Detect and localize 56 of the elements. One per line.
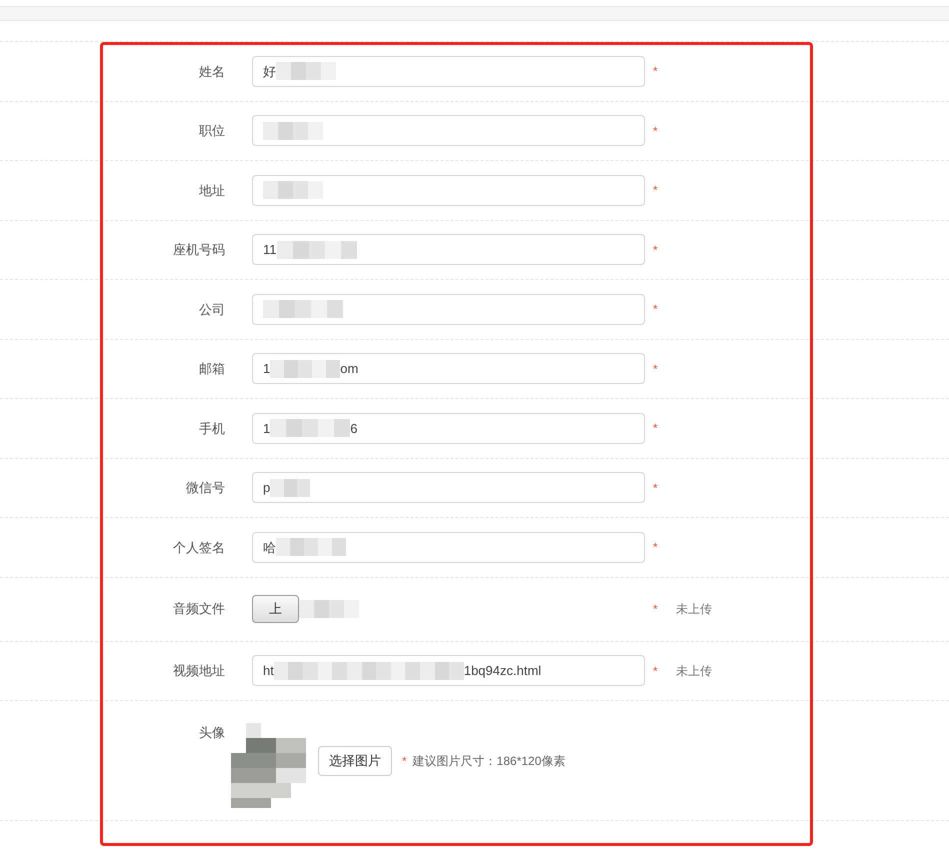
- required-mark: *: [653, 302, 658, 316]
- redaction-mosaic: [276, 538, 346, 556]
- input-field[interactable]: 哈: [252, 532, 645, 563]
- input-field[interactable]: 1 6: [252, 412, 645, 444]
- redaction-mosaic: [299, 600, 359, 618]
- required-mark: *: [653, 64, 658, 78]
- input-field[interactable]: 1 om: [252, 353, 645, 384]
- field-value: ht: [263, 662, 274, 680]
- field-value: 1bq94zc.html: [464, 662, 542, 680]
- upload-status: 未上传: [676, 601, 712, 618]
- redaction-mosaic: [270, 478, 310, 497]
- field-label: 地址: [198, 182, 225, 200]
- input-field[interactable]: 11: [252, 234, 645, 266]
- required-mark: *: [653, 480, 658, 495]
- field-value: 1: [263, 360, 270, 378]
- field-label: 公司: [198, 300, 225, 318]
- redaction-mosaic: [263, 181, 323, 200]
- input-field[interactable]: p: [252, 472, 645, 504]
- input-field[interactable]: [252, 115, 645, 146]
- redaction-mosaic: [263, 122, 323, 140]
- field-value: 6: [350, 420, 358, 438]
- field-label: 个人签名: [172, 538, 225, 556]
- field-label: 微信号: [185, 479, 225, 497]
- required-mark: *: [653, 664, 658, 678]
- field-label: 头像: [198, 724, 225, 742]
- field-value: p: [263, 479, 270, 497]
- field-value: 1: [263, 420, 270, 438]
- field-label: 视频地址: [172, 662, 225, 680]
- redaction-mosaic: [276, 62, 336, 80]
- required-mark: *: [653, 362, 658, 376]
- required-mark: *: [653, 421, 658, 436]
- required-mark: *: [653, 540, 658, 554]
- field-label: 邮箱: [198, 360, 225, 378]
- required-mark: *: [653, 242, 658, 257]
- field-value: 哈: [263, 538, 276, 556]
- input-field[interactable]: 好: [252, 56, 645, 87]
- field-value: 好: [263, 62, 276, 80]
- field-label: 手机: [198, 420, 225, 438]
- required-mark: *: [653, 602, 658, 616]
- input-field[interactable]: ht 1bq94zc.html: [252, 655, 645, 686]
- field-label: 座机号码: [172, 241, 225, 259]
- input-field[interactable]: [252, 294, 645, 325]
- input-field[interactable]: [252, 174, 645, 206]
- upload-status: 未上传: [676, 662, 712, 680]
- redaction-mosaic: [270, 360, 340, 378]
- field-label: 音频文件: [172, 600, 225, 618]
- field-label: 姓名: [198, 62, 225, 80]
- required-mark: *: [402, 754, 407, 768]
- upload-button[interactable]: 上: [252, 595, 299, 623]
- image-size-hint: 建议图片尺寸：186*120像素: [412, 752, 566, 770]
- choose-image-button[interactable]: 选择图片: [318, 746, 392, 776]
- required-mark: *: [653, 183, 658, 198]
- field-value: om: [340, 360, 358, 378]
- required-mark: *: [653, 124, 658, 138]
- field-label: 职位: [198, 122, 225, 140]
- field-value: 11: [263, 241, 276, 259]
